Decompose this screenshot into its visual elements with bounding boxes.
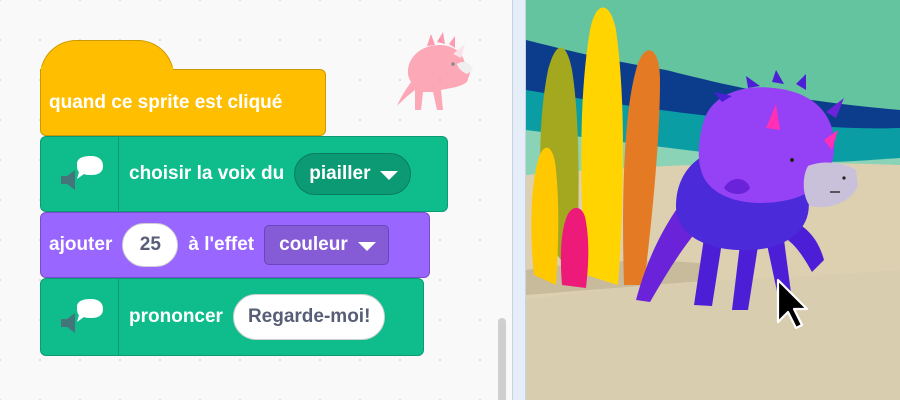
chevron-down-icon: [357, 242, 376, 251]
text2speech-speaker-icon: [41, 279, 119, 355]
panel-divider: [512, 0, 526, 400]
voice-dropdown-value: piailler: [309, 163, 371, 184]
set-voice-block[interactable]: choisir la voix du piailler: [40, 136, 448, 212]
effect-dropdown-value: couleur: [279, 234, 348, 255]
change-effect-label-before: ajouter: [49, 234, 113, 255]
dinosaur-eye: [790, 158, 794, 162]
change-effect-block[interactable]: ajouter 25 à l'effet couleur: [40, 212, 430, 278]
voice-dropdown[interactable]: piailler: [294, 153, 412, 195]
sprite-thumbnail: [397, 32, 473, 111]
hat-block-cap-fill: [41, 66, 173, 74]
speak-label: prononcer: [129, 306, 223, 327]
when-sprite-clicked-block[interactable]: quand ce sprite est cliqué: [40, 69, 326, 136]
effect-amount-input[interactable]: 25: [122, 223, 179, 267]
speak-text-value: Regarde-moi!: [247, 306, 371, 327]
speak-text-input[interactable]: Regarde-moi!: [232, 294, 386, 340]
set-voice-label: choisir la voix du: [129, 163, 285, 184]
effect-amount-value: 25: [139, 234, 161, 255]
code-area-scrollbar[interactable]: [498, 318, 506, 400]
dinosaur-nostril: [842, 176, 846, 180]
stage[interactable]: [526, 0, 900, 400]
text2speech-speaker-icon: [41, 137, 119, 211]
hat-block-label: quand ce sprite est cliqué: [49, 91, 283, 113]
speak-block[interactable]: prononcer Regarde-moi!: [40, 278, 424, 356]
effect-dropdown[interactable]: couleur: [264, 225, 389, 265]
chevron-down-icon: [380, 171, 399, 180]
change-effect-label-after: à l'effet: [188, 234, 255, 255]
